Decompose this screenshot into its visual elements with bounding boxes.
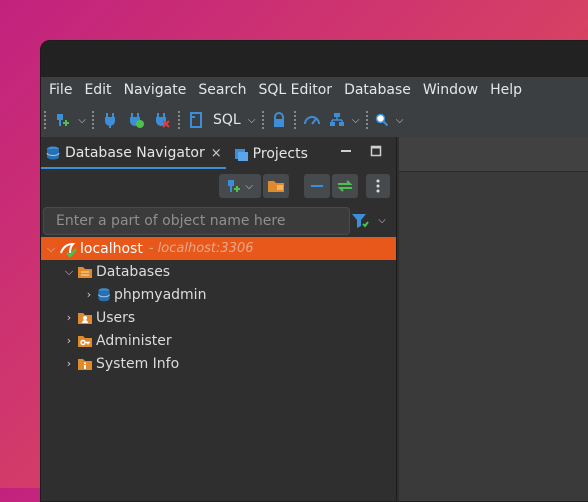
search-icon[interactable]	[371, 108, 393, 132]
tree-node-label: System Info	[96, 355, 180, 372]
menu-file[interactable]: File	[43, 77, 78, 103]
chevron-down-icon: ⌵	[245, 180, 253, 192]
minimize-icon[interactable]	[340, 145, 352, 161]
chevron-down-icon[interactable]: ⌵	[75, 115, 89, 126]
chevron-right-icon[interactable]: ›	[61, 357, 77, 370]
title-bar	[41, 41, 588, 77]
dbeaver-window: File Edit Navigate Search SQL Editor Dat…	[40, 40, 588, 502]
tab-label: Projects	[252, 146, 308, 162]
chevron-right-icon[interactable]: ›	[61, 334, 77, 347]
toolbar-separator	[92, 111, 94, 129]
folder-icon	[268, 181, 284, 192]
new-connection-icon[interactable]	[49, 108, 75, 132]
tree-node-label: Administer	[96, 332, 172, 349]
toolbar-separator	[293, 111, 296, 129]
toolbar-separator	[365, 111, 368, 129]
mysql-connection-icon	[60, 242, 77, 257]
chevron-down-icon[interactable]: ⌵	[375, 215, 389, 226]
chevron-right-icon[interactable]: ›	[81, 288, 97, 301]
editor-tab-strip	[399, 137, 588, 172]
databases-folder-icon	[78, 266, 92, 278]
menu-sql-editor[interactable]: SQL Editor	[252, 77, 338, 103]
database-navigator-panel: Database Navigator × Projects ⌵ Enter a …	[41, 137, 397, 501]
connection-label: localhost	[80, 240, 143, 257]
schema-compare-icon[interactable]	[325, 108, 349, 132]
menu-search[interactable]: Search	[192, 77, 252, 103]
administer-folder-icon	[78, 335, 92, 347]
object-search-box	[43, 207, 350, 235]
new-connection-button[interactable]: ⌵	[219, 174, 261, 198]
menu-navigate[interactable]: Navigate	[118, 77, 193, 103]
collapse-all-button[interactable]	[304, 174, 330, 198]
menu-help[interactable]: Help	[484, 77, 528, 103]
tree-node-phpmyadmin[interactable]: › phpmyadmin	[81, 283, 207, 306]
search-input[interactable]	[44, 208, 346, 234]
tree-node-label: Users	[96, 309, 136, 326]
tree-node-label: phpmyadmin	[114, 286, 207, 303]
chevron-down-icon[interactable]: ⌵	[61, 265, 77, 279]
chevron-down-icon[interactable]: ⌵	[349, 115, 363, 126]
view-tabs: Database Navigator × Projects	[41, 137, 396, 171]
link-with-editor-icon	[337, 180, 353, 192]
users-folder-icon	[78, 312, 92, 324]
system-info-folder-icon	[78, 358, 92, 370]
tree-node-users[interactable]: › Users	[61, 306, 135, 329]
tab-database-navigator[interactable]: Database Navigator ×	[41, 139, 226, 169]
chevron-down-icon[interactable]: ⌵	[245, 115, 259, 126]
tree-node-system-info[interactable]: › System Info	[61, 352, 179, 375]
database-navigator-icon	[46, 146, 60, 160]
menu-edit[interactable]: Edit	[78, 77, 117, 103]
chevron-right-icon[interactable]: ›	[61, 311, 77, 324]
maximize-icon[interactable]	[370, 145, 382, 161]
tab-label: Database Navigator	[65, 145, 205, 161]
link-with-editor-button[interactable]	[332, 174, 358, 198]
toolbar-separator	[44, 111, 46, 129]
menu-bar: File Edit Navigate Search SQL Editor Dat…	[41, 77, 588, 103]
sql-button-label[interactable]: SQL	[209, 112, 245, 128]
connection-host: - localhost:3306	[148, 241, 254, 256]
tree-node-databases[interactable]: ⌵ Databases	[61, 260, 170, 283]
close-icon[interactable]: ×	[211, 146, 222, 161]
database-icon	[98, 287, 110, 301]
filter-icon[interactable]	[351, 213, 369, 233]
editor-area	[399, 137, 588, 501]
tree-node-administer[interactable]: › Administer	[61, 329, 172, 352]
chevron-down-icon[interactable]: ⌵	[393, 115, 407, 126]
connect-icon[interactable]	[97, 108, 123, 132]
tree-node-localhost[interactable]: ⌵ localhost - localhost:3306	[41, 237, 396, 260]
menu-window[interactable]: Window	[417, 77, 484, 103]
projects-icon	[234, 148, 248, 161]
menu-database[interactable]: Database	[338, 77, 417, 103]
chevron-down-icon[interactable]: ⌵	[43, 242, 59, 256]
toolbar-separator	[261, 111, 264, 129]
view-menu-button[interactable]	[366, 174, 390, 198]
toolbar-separator	[178, 111, 180, 129]
dashboard-icon[interactable]	[299, 108, 325, 132]
new-connection-icon	[228, 180, 240, 192]
new-folder-button[interactable]	[263, 174, 289, 198]
tab-projects[interactable]: Projects	[230, 139, 312, 169]
view-controls	[340, 145, 382, 161]
collapse-all-icon	[311, 185, 323, 187]
more-vertical-icon	[376, 179, 380, 193]
navigator-toolbar: ⌵	[41, 171, 396, 203]
tree-node-label: Databases	[96, 263, 171, 280]
disconnect-icon[interactable]	[149, 108, 175, 132]
reconnect-icon[interactable]	[123, 108, 149, 132]
lock-icon[interactable]	[267, 108, 291, 132]
main-toolbar: ⌵ SQL ⌵ ⌵ ⌵	[41, 103, 588, 137]
sql-editor-icon[interactable]	[183, 108, 209, 132]
